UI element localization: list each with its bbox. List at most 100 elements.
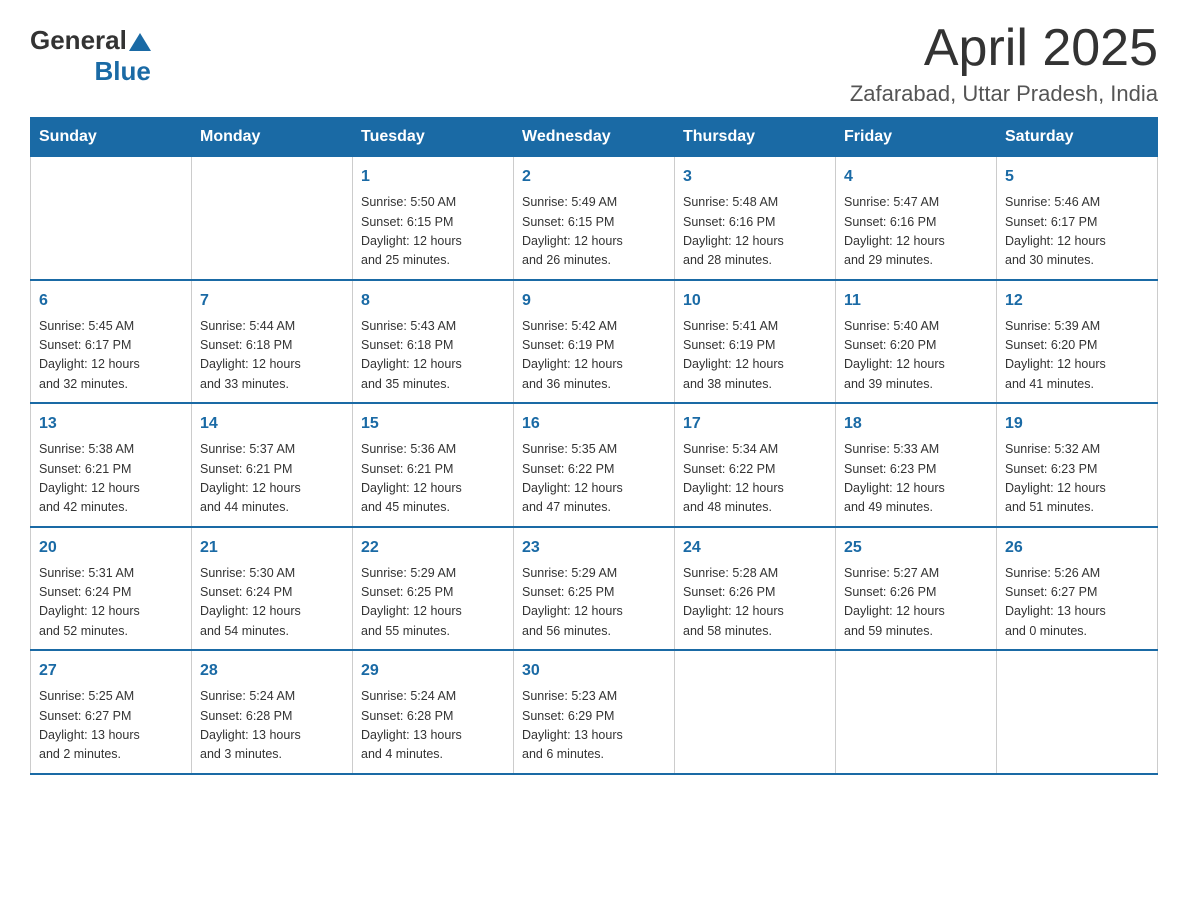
header-cell-monday: Monday bbox=[192, 118, 353, 157]
day-info: Sunrise: 5:48 AM Sunset: 6:16 PM Dayligh… bbox=[683, 193, 827, 271]
location-title: Zafarabad, Uttar Pradesh, India bbox=[850, 81, 1158, 107]
header-cell-friday: Friday bbox=[836, 118, 997, 157]
calendar-cell: 13 Sunrise: 5:38 AM Sunset: 6:21 PM Dayli… bbox=[31, 403, 192, 527]
day-info: Sunrise: 5:39 AM Sunset: 6:20 PM Dayligh… bbox=[1005, 317, 1149, 395]
day-number: 14 bbox=[200, 412, 344, 436]
day-info: Sunrise: 5:45 AM Sunset: 6:17 PM Dayligh… bbox=[39, 317, 183, 395]
calendar-cell: 9 Sunrise: 5:42 AM Sunset: 6:19 PM Daylig… bbox=[514, 280, 675, 404]
day-info: Sunrise: 5:36 AM Sunset: 6:21 PM Dayligh… bbox=[361, 440, 505, 518]
day-info: Sunrise: 5:41 AM Sunset: 6:19 PM Dayligh… bbox=[683, 317, 827, 395]
day-number: 9 bbox=[522, 289, 666, 313]
day-number: 16 bbox=[522, 412, 666, 436]
day-info: Sunrise: 5:37 AM Sunset: 6:21 PM Dayligh… bbox=[200, 440, 344, 518]
calendar-cell: 8 Sunrise: 5:43 AM Sunset: 6:18 PM Daylig… bbox=[353, 280, 514, 404]
day-info: Sunrise: 5:49 AM Sunset: 6:15 PM Dayligh… bbox=[522, 193, 666, 271]
logo-wrapper: General Blue bbox=[30, 25, 151, 87]
calendar-cell: 12 Sunrise: 5:39 AM Sunset: 6:20 PM Dayli… bbox=[997, 280, 1158, 404]
day-info: Sunrise: 5:29 AM Sunset: 6:25 PM Dayligh… bbox=[361, 564, 505, 642]
month-title: April 2025 bbox=[850, 20, 1158, 77]
calendar-cell: 26 Sunrise: 5:26 AM Sunset: 6:27 PM Dayli… bbox=[997, 527, 1158, 651]
calendar-cell bbox=[192, 157, 353, 280]
day-info: Sunrise: 5:38 AM Sunset: 6:21 PM Dayligh… bbox=[39, 440, 183, 518]
day-info: Sunrise: 5:42 AM Sunset: 6:19 PM Dayligh… bbox=[522, 317, 666, 395]
calendar-cell: 1Sunrise: 5:50 AM Sunset: 6:15 PM Daylig… bbox=[353, 157, 514, 280]
calendar-cell: 19Sunrise: 5:32 AM Sunset: 6:23 PM Dayli… bbox=[997, 403, 1158, 527]
calendar-cell bbox=[997, 650, 1158, 774]
day-info: Sunrise: 5:25 AM Sunset: 6:27 PM Dayligh… bbox=[39, 687, 183, 765]
header-cell-wednesday: Wednesday bbox=[514, 118, 675, 157]
calendar-cell: 14 Sunrise: 5:37 AM Sunset: 6:21 PM Dayli… bbox=[192, 403, 353, 527]
calendar-cell: 24 Sunrise: 5:28 AM Sunset: 6:26 PM Dayli… bbox=[675, 527, 836, 651]
day-number: 20 bbox=[39, 536, 183, 560]
day-number: 24 bbox=[683, 536, 827, 560]
day-number: 29 bbox=[361, 659, 505, 683]
day-number: 5 bbox=[1005, 165, 1149, 189]
day-number: 13 bbox=[39, 412, 183, 436]
calendar-cell bbox=[31, 157, 192, 280]
week-row-2: 6 Sunrise: 5:45 AM Sunset: 6:17 PM Daylig… bbox=[31, 280, 1158, 404]
day-number: 12 bbox=[1005, 289, 1149, 313]
day-info: Sunrise: 5:34 AM Sunset: 6:22 PM Dayligh… bbox=[683, 440, 827, 518]
calendar-cell: 16Sunrise: 5:35 AM Sunset: 6:22 PM Dayli… bbox=[514, 403, 675, 527]
calendar-header: SundayMondayTuesdayWednesdayThursdayFrid… bbox=[31, 118, 1158, 157]
day-number: 23 bbox=[522, 536, 666, 560]
day-info: Sunrise: 5:27 AM Sunset: 6:26 PM Dayligh… bbox=[844, 564, 988, 642]
header-cell-saturday: Saturday bbox=[997, 118, 1158, 157]
calendar-cell: 29Sunrise: 5:24 AM Sunset: 6:28 PM Dayli… bbox=[353, 650, 514, 774]
calendar-cell: 3 Sunrise: 5:48 AM Sunset: 6:16 PM Daylig… bbox=[675, 157, 836, 280]
day-info: Sunrise: 5:32 AM Sunset: 6:23 PM Dayligh… bbox=[1005, 440, 1149, 518]
calendar-cell: 17 Sunrise: 5:34 AM Sunset: 6:22 PM Dayli… bbox=[675, 403, 836, 527]
week-row-3: 13 Sunrise: 5:38 AM Sunset: 6:21 PM Dayli… bbox=[31, 403, 1158, 527]
day-number: 8 bbox=[361, 289, 505, 313]
calendar-cell: 21Sunrise: 5:30 AM Sunset: 6:24 PM Dayli… bbox=[192, 527, 353, 651]
calendar-cell: 22 Sunrise: 5:29 AM Sunset: 6:25 PM Dayli… bbox=[353, 527, 514, 651]
logo-line1: General bbox=[30, 25, 151, 56]
day-number: 10 bbox=[683, 289, 827, 313]
logo-triangle-icon bbox=[129, 31, 151, 53]
calendar-cell: 27 Sunrise: 5:25 AM Sunset: 6:27 PM Dayli… bbox=[31, 650, 192, 774]
day-info: Sunrise: 5:40 AM Sunset: 6:20 PM Dayligh… bbox=[844, 317, 988, 395]
day-info: Sunrise: 5:24 AM Sunset: 6:28 PM Dayligh… bbox=[200, 687, 344, 765]
day-number: 18 bbox=[844, 412, 988, 436]
calendar-cell: 4Sunrise: 5:47 AM Sunset: 6:16 PM Daylig… bbox=[836, 157, 997, 280]
day-info: Sunrise: 5:29 AM Sunset: 6:25 PM Dayligh… bbox=[522, 564, 666, 642]
day-info: Sunrise: 5:46 AM Sunset: 6:17 PM Dayligh… bbox=[1005, 193, 1149, 271]
day-info: Sunrise: 5:33 AM Sunset: 6:23 PM Dayligh… bbox=[844, 440, 988, 518]
day-number: 25 bbox=[844, 536, 988, 560]
calendar-cell: 7 Sunrise: 5:44 AM Sunset: 6:18 PM Daylig… bbox=[192, 280, 353, 404]
day-number: 6 bbox=[39, 289, 183, 313]
calendar-cell: 11Sunrise: 5:40 AM Sunset: 6:20 PM Dayli… bbox=[836, 280, 997, 404]
calendar-cell: 15Sunrise: 5:36 AM Sunset: 6:21 PM Dayli… bbox=[353, 403, 514, 527]
calendar-table: SundayMondayTuesdayWednesdayThursdayFrid… bbox=[30, 117, 1158, 775]
day-info: Sunrise: 5:26 AM Sunset: 6:27 PM Dayligh… bbox=[1005, 564, 1149, 642]
day-info: Sunrise: 5:44 AM Sunset: 6:18 PM Dayligh… bbox=[200, 317, 344, 395]
header-cell-tuesday: Tuesday bbox=[353, 118, 514, 157]
calendar-cell: 2 Sunrise: 5:49 AM Sunset: 6:15 PM Daylig… bbox=[514, 157, 675, 280]
day-number: 7 bbox=[200, 289, 344, 313]
day-info: Sunrise: 5:43 AM Sunset: 6:18 PM Dayligh… bbox=[361, 317, 505, 395]
calendar-cell: 18 Sunrise: 5:33 AM Sunset: 6:23 PM Dayli… bbox=[836, 403, 997, 527]
day-number: 22 bbox=[361, 536, 505, 560]
logo-blue-text: Blue bbox=[94, 56, 150, 87]
day-number: 26 bbox=[1005, 536, 1149, 560]
logo-line2: Blue bbox=[30, 56, 151, 87]
calendar-cell: 20Sunrise: 5:31 AM Sunset: 6:24 PM Dayli… bbox=[31, 527, 192, 651]
header-cell-thursday: Thursday bbox=[675, 118, 836, 157]
day-info: Sunrise: 5:28 AM Sunset: 6:26 PM Dayligh… bbox=[683, 564, 827, 642]
week-row-5: 27 Sunrise: 5:25 AM Sunset: 6:27 PM Dayli… bbox=[31, 650, 1158, 774]
calendar-cell bbox=[836, 650, 997, 774]
title-area: April 2025 Zafarabad, Uttar Pradesh, Ind… bbox=[850, 20, 1158, 107]
logo: General Blue bbox=[30, 25, 151, 87]
day-number: 28 bbox=[200, 659, 344, 683]
header-cell-sunday: Sunday bbox=[31, 118, 192, 157]
day-info: Sunrise: 5:47 AM Sunset: 6:16 PM Dayligh… bbox=[844, 193, 988, 271]
day-number: 27 bbox=[39, 659, 183, 683]
day-number: 3 bbox=[683, 165, 827, 189]
day-info: Sunrise: 5:23 AM Sunset: 6:29 PM Dayligh… bbox=[522, 687, 666, 765]
day-number: 17 bbox=[683, 412, 827, 436]
day-info: Sunrise: 5:50 AM Sunset: 6:15 PM Dayligh… bbox=[361, 193, 505, 271]
calendar-cell: 30Sunrise: 5:23 AM Sunset: 6:29 PM Dayli… bbox=[514, 650, 675, 774]
calendar-cell: 6 Sunrise: 5:45 AM Sunset: 6:17 PM Daylig… bbox=[31, 280, 192, 404]
week-row-1: 1Sunrise: 5:50 AM Sunset: 6:15 PM Daylig… bbox=[31, 157, 1158, 280]
day-number: 2 bbox=[522, 165, 666, 189]
